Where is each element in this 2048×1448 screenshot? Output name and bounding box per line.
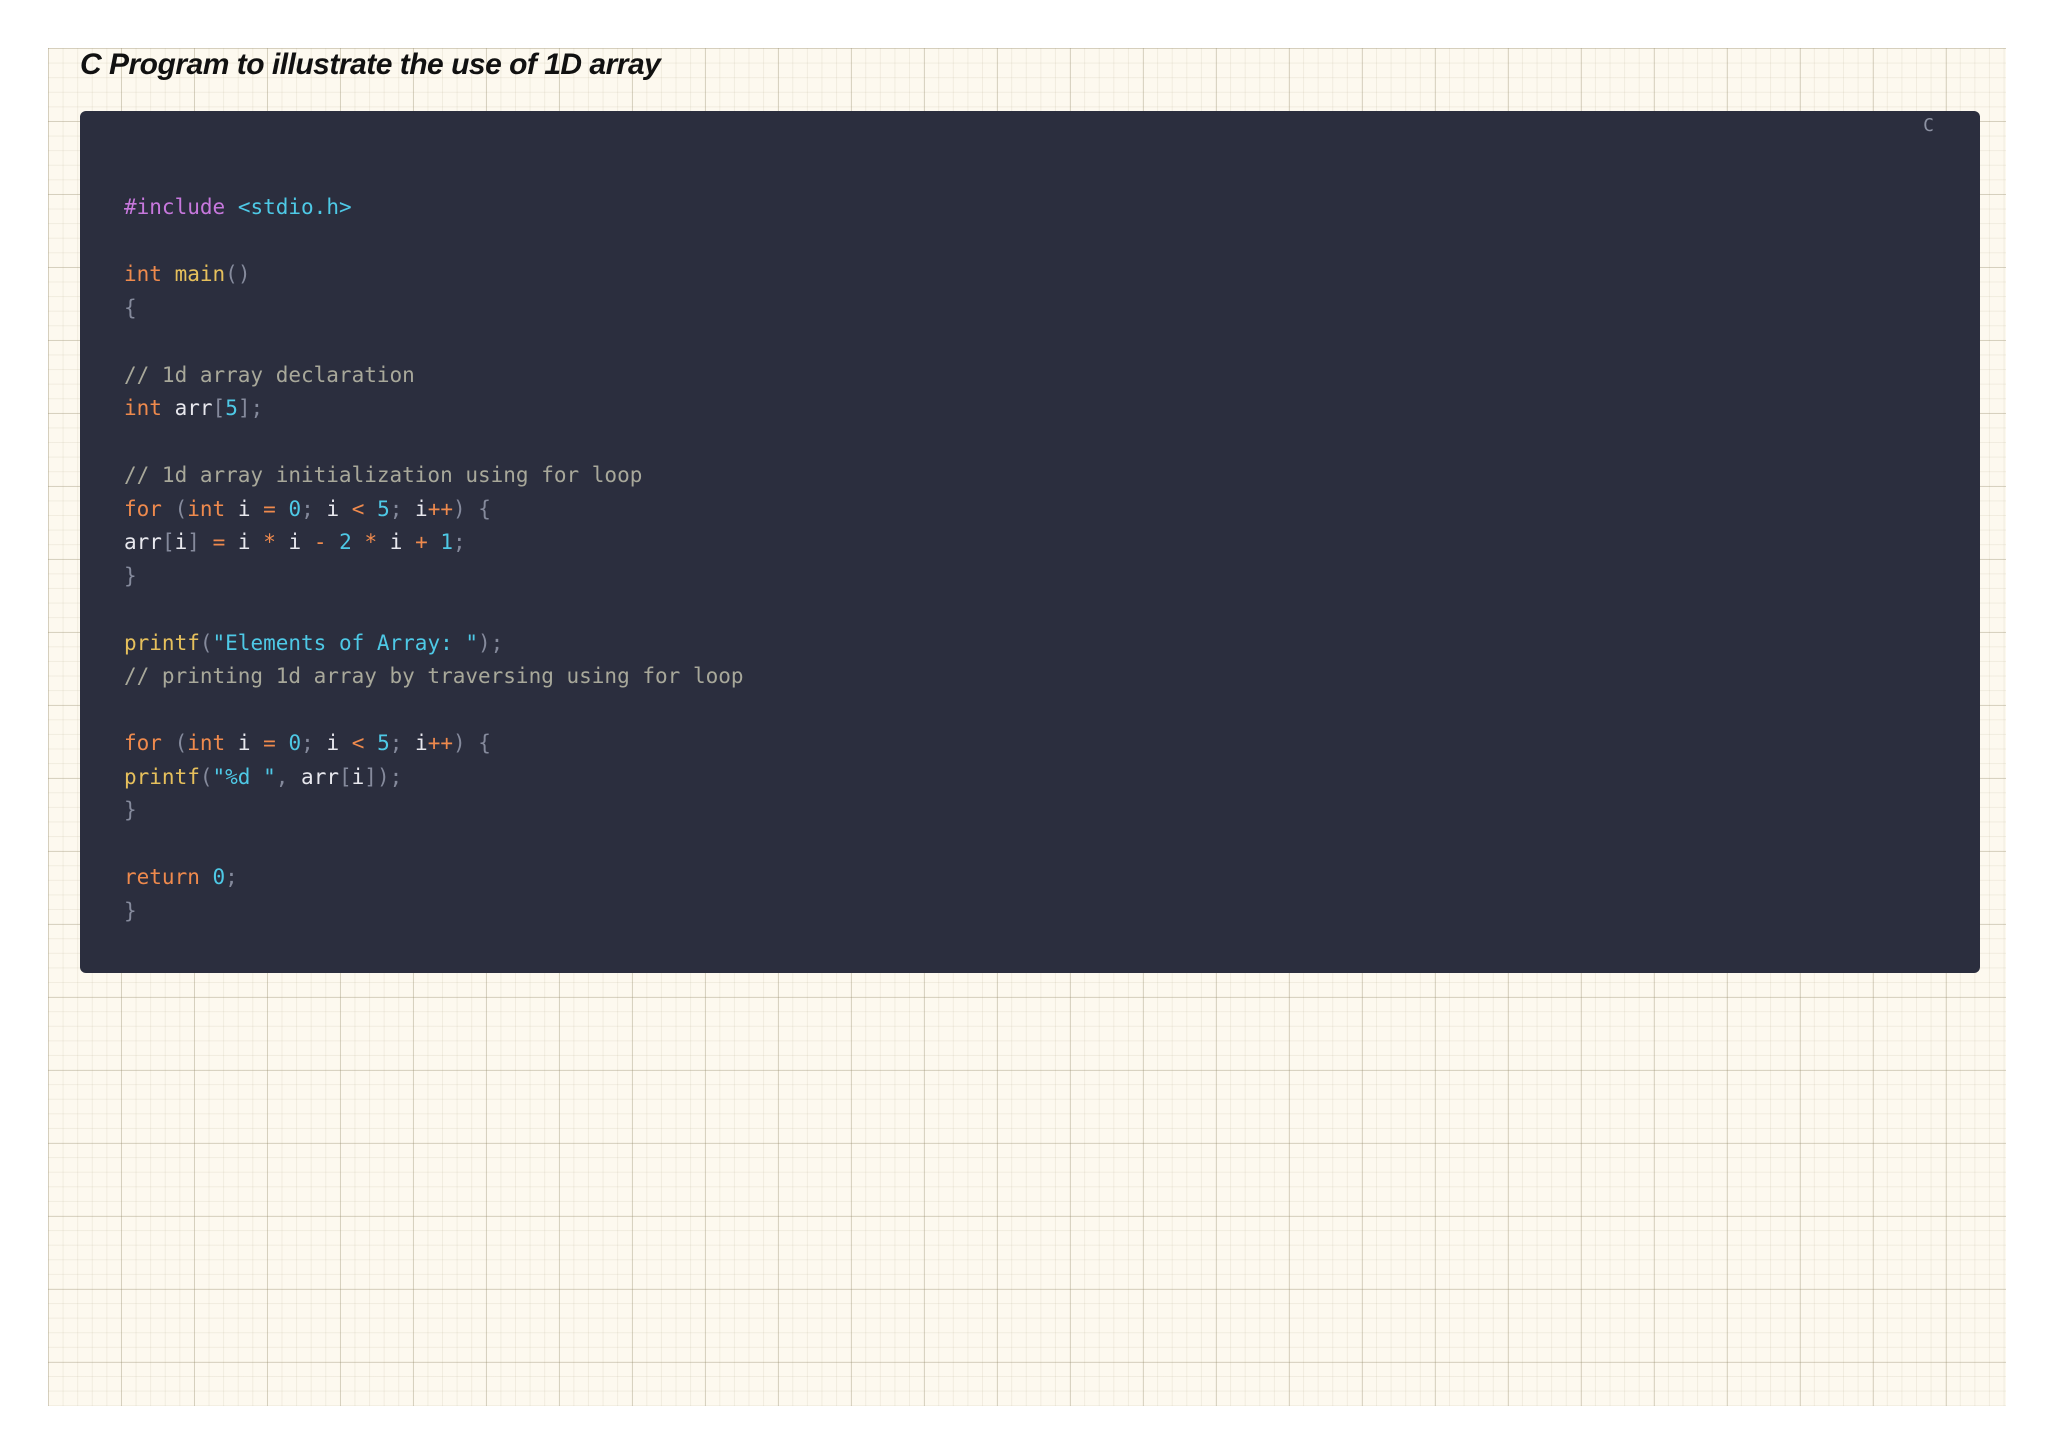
- code-token: printf: [124, 764, 200, 789]
- code-token: i: [415, 496, 428, 521]
- code-token: i: [288, 530, 302, 554]
- code-token: 5: [377, 496, 390, 521]
- code-token: }: [124, 563, 137, 588]
- code-token: ;: [389, 731, 403, 755]
- code-token: *: [364, 530, 378, 554]
- code-token: ;: [301, 496, 314, 521]
- code-token: i: [415, 731, 428, 755]
- code-token: -: [313, 530, 327, 554]
- code-token: {: [478, 731, 491, 755]
- code-token: ];: [237, 396, 264, 420]
- code-token: i: [389, 530, 403, 554]
- code-token: {: [124, 295, 137, 320]
- code-token: 1: [440, 530, 454, 554]
- code-token: <: [351, 496, 365, 521]
- code-token: =: [263, 496, 276, 521]
- code-token: 0: [212, 865, 226, 889]
- code-token: #include: [124, 195, 226, 219]
- code-token: ): [452, 496, 466, 521]
- code-token: printf: [124, 630, 200, 655]
- code-token: int: [187, 496, 226, 521]
- code-token: i: [326, 496, 340, 521]
- code-token: 2: [339, 530, 352, 554]
- code-token: =: [212, 530, 226, 554]
- code-token: for: [124, 496, 162, 521]
- code-token: ;: [453, 530, 466, 554]
- code-token: for: [124, 731, 162, 755]
- code-token: <stdio.h>: [237, 195, 352, 219]
- code-token: ): [452, 731, 466, 755]
- code-token: int: [187, 731, 226, 755]
- code-token: ]: [187, 530, 200, 554]
- code-token: [: [338, 764, 352, 789]
- code-token: <: [351, 731, 365, 755]
- code-comment: // 1d array declaration: [124, 362, 415, 387]
- code-token: [: [161, 530, 175, 554]
- code-token: int: [124, 396, 162, 420]
- code-token: arr: [301, 764, 339, 789]
- code-token: *: [263, 530, 276, 554]
- code-token: (: [174, 731, 188, 755]
- code-token: (: [199, 764, 213, 789]
- code-block: C #include <stdio.h> int main() { // 1d …: [80, 111, 1980, 973]
- code-token: int: [124, 262, 162, 286]
- code-comment: // 1d array initialization using for loo…: [124, 463, 643, 487]
- code-token: "%d ": [212, 764, 276, 789]
- code-token: arr: [124, 530, 162, 554]
- code-token: ;: [225, 865, 238, 889]
- code-token: ++: [427, 496, 453, 521]
- code-token: 5: [225, 396, 238, 420]
- code-comment: // printing 1d array by traversing using…: [124, 664, 744, 688]
- code-token: }: [124, 798, 137, 822]
- code-token: ;: [389, 496, 403, 521]
- code-token: =: [263, 731, 276, 755]
- code-token: }: [124, 898, 137, 923]
- code-token: i: [237, 496, 251, 521]
- code-token: i: [326, 731, 340, 755]
- page-title: C Program to illustrate the use of 1D ar…: [80, 48, 661, 81]
- code-token: 5: [377, 731, 390, 755]
- code-token: 0: [288, 731, 302, 755]
- code-text: #include <stdio.h> int main() { // 1d ar…: [124, 191, 744, 928]
- code-token: arr: [174, 396, 213, 420]
- code-token: main: [174, 262, 226, 286]
- code-token: ;: [301, 731, 314, 755]
- code-token: ,: [275, 764, 289, 789]
- code-token: return: [124, 865, 200, 889]
- code-token: (): [225, 262, 251, 286]
- code-token: i: [351, 764, 365, 789]
- code-token: 0: [288, 496, 302, 521]
- code-token: ++: [427, 731, 453, 755]
- code-token: "Elements of Array: ": [212, 630, 479, 655]
- code-token: ]);: [364, 764, 403, 789]
- code-token: +: [415, 530, 428, 554]
- code-token: i: [174, 530, 188, 554]
- code-token: i: [237, 731, 251, 755]
- code-token: i: [237, 530, 251, 554]
- code-token: [: [212, 396, 226, 420]
- code-language-label: C: [1923, 115, 1934, 136]
- code-token: {: [478, 496, 491, 521]
- code-token: (: [199, 630, 213, 655]
- code-token: );: [478, 630, 504, 655]
- code-token: (: [174, 496, 188, 521]
